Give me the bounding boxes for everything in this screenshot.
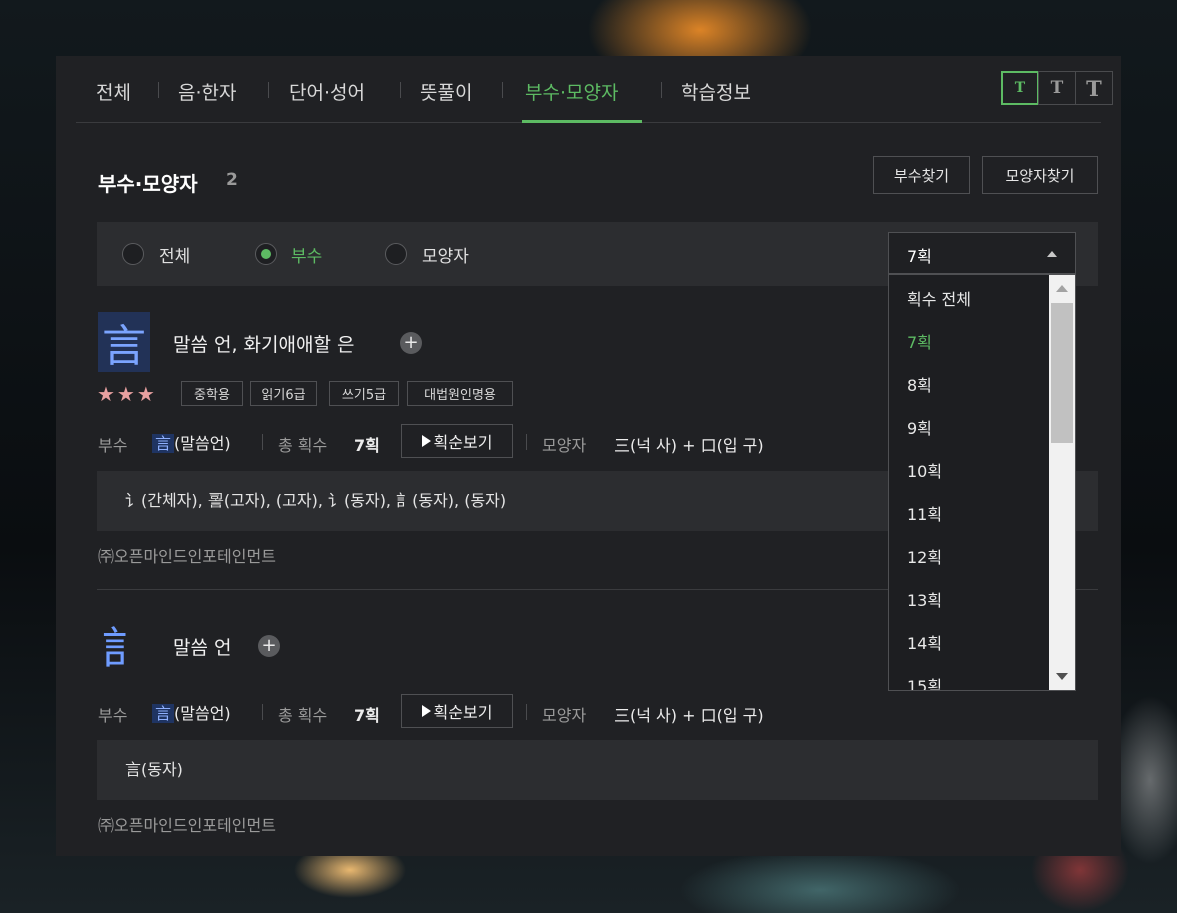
dropdown-option[interactable]: 15획	[907, 673, 942, 691]
tab-all[interactable]: 전체	[96, 78, 131, 105]
data-source: ㈜오픈마인드인포테인먼트	[98, 543, 276, 567]
scrollbar-thumb[interactable]	[1051, 303, 1073, 443]
radical-char: 言	[152, 434, 174, 453]
data-source: ㈜오픈마인드인포테인먼트	[98, 812, 276, 836]
stroke-select-value: 7획	[907, 243, 932, 267]
tab-separator	[661, 82, 662, 98]
radical-label: 부수	[98, 432, 127, 456]
info-separator	[526, 434, 527, 450]
info-separator	[262, 434, 263, 450]
font-medium-button[interactable]: T	[1038, 71, 1076, 105]
radical-name: (말씀언)	[174, 434, 231, 453]
radio-all-label[interactable]: 전체	[159, 242, 190, 267]
dropdown-scrollbar[interactable]	[1049, 275, 1075, 690]
info-separator	[262, 704, 263, 720]
dropdown-option[interactable]: 10획	[907, 458, 942, 482]
importance-stars: ★★★	[97, 382, 157, 406]
scroll-down-arrow-icon[interactable]	[1056, 673, 1068, 680]
hanja-character[interactable]: 言	[98, 312, 150, 372]
caret-up-icon	[1047, 251, 1057, 257]
stroke-order-label: 획순보기	[434, 699, 493, 723]
radio-radical-label[interactable]: 부수	[291, 242, 322, 267]
hanja-meaning: 말씀 언, 화기애애할 은	[173, 330, 354, 357]
info-separator	[526, 704, 527, 720]
shape-label: 모양자	[542, 702, 586, 726]
dropdown-option[interactable]: 14획	[907, 630, 942, 654]
stroke-order-button[interactable]: 획순보기	[401, 424, 513, 458]
dropdown-option[interactable]: 12획	[907, 544, 942, 568]
level-badge: 대법원인명용	[407, 381, 513, 406]
shape-value: 三(넉 사) + 口(입 구)	[614, 702, 764, 726]
stroke-label: 총 획수	[278, 432, 327, 456]
active-tab-indicator	[522, 120, 642, 123]
stroke-count: 7획	[354, 702, 380, 726]
level-badge: 중학용	[181, 381, 243, 406]
radical-name: (말씀언)	[174, 704, 231, 723]
tab-separator	[400, 82, 401, 98]
radio-shape[interactable]	[385, 243, 407, 265]
stroke-count-select[interactable]: 7획	[888, 232, 1076, 274]
variant-forms: 言(동자)	[97, 740, 1098, 800]
tab-definition[interactable]: 뜻풀이	[420, 78, 472, 105]
stroke-count: 7획	[354, 432, 380, 456]
shape-label: 모양자	[542, 432, 586, 456]
tab-study-info[interactable]: 학습정보	[681, 78, 751, 105]
stroke-order-label: 획순보기	[434, 429, 493, 453]
dropdown-option[interactable]: 11획	[907, 501, 942, 525]
level-badge: 쓰기5급	[329, 381, 399, 406]
play-icon	[422, 705, 431, 717]
level-badge: 읽기6급	[250, 381, 317, 406]
tab-separator	[268, 82, 269, 98]
expand-plus-icon[interactable]: +	[258, 635, 280, 657]
dropdown-option[interactable]: 획수 전체	[907, 286, 971, 310]
section-count: 2	[226, 170, 238, 190]
radical-char: 言	[152, 704, 174, 723]
tab-words-idioms[interactable]: 단어·성어	[289, 78, 365, 105]
dropdown-option[interactable]: 9획	[907, 415, 932, 439]
stroke-label: 총 획수	[278, 702, 327, 726]
section-title: 부수·모양자	[98, 168, 198, 197]
font-small-button[interactable]: T	[1001, 71, 1039, 105]
hanja-meaning: 말씀 언	[173, 633, 231, 660]
radical-value[interactable]: 言 (말씀언)	[152, 700, 231, 724]
tab-radical-shape[interactable]: 부수·모양자	[525, 78, 618, 105]
play-icon	[422, 435, 431, 447]
dropdown-option-selected[interactable]: 7획	[907, 329, 932, 353]
stroke-count-dropdown: 획수 전체 7획 8획 9획 10획 11획 12획 13획 14획 15획	[888, 274, 1076, 691]
tab-sound-hanja[interactable]: 음·한자	[178, 78, 236, 105]
font-size-controls: T T T	[1001, 71, 1113, 105]
radical-search-button[interactable]: 부수찾기	[873, 156, 970, 194]
radio-radical[interactable]	[255, 243, 277, 265]
shape-search-button[interactable]: 모양자찾기	[982, 156, 1098, 194]
font-large-button[interactable]: T	[1075, 71, 1113, 105]
tab-separator	[502, 82, 503, 98]
shape-value: 三(넉 사) + 口(입 구)	[614, 432, 764, 456]
tab-separator	[158, 82, 159, 98]
stroke-order-button[interactable]: 획순보기	[401, 694, 513, 728]
dropdown-option[interactable]: 8획	[907, 372, 932, 396]
dropdown-option[interactable]: 13획	[907, 587, 942, 611]
expand-plus-icon[interactable]: +	[400, 332, 422, 354]
tab-bar: 전체 음·한자 단어·성어 뜻풀이 부수·모양자 학습정보 T T T	[76, 56, 1101, 123]
radio-shape-label[interactable]: 모양자	[422, 242, 469, 267]
hanja-character[interactable]: 訁	[98, 614, 150, 674]
radical-label: 부수	[98, 702, 127, 726]
radio-all[interactable]	[122, 243, 144, 265]
radical-value[interactable]: 言 (말씀언)	[152, 430, 231, 454]
scroll-up-arrow-icon[interactable]	[1056, 285, 1068, 292]
